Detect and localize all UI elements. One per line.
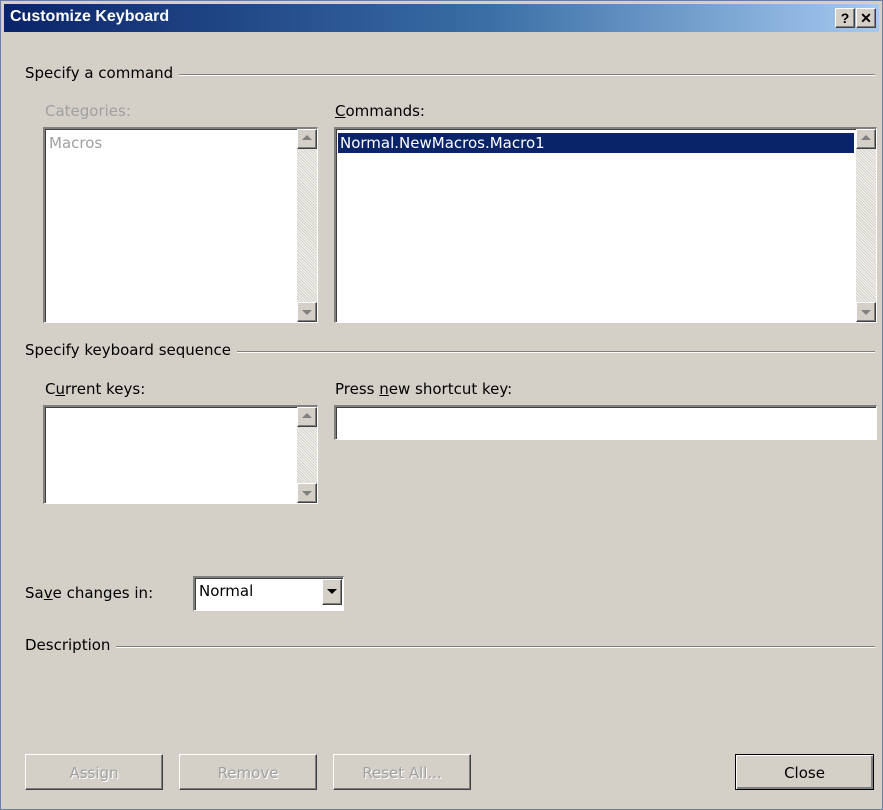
- close-button[interactable]: Close: [735, 754, 874, 790]
- categories-listbox[interactable]: Macros: [43, 127, 318, 323]
- keyboard-group-title: Specify keyboard sequence: [25, 341, 237, 359]
- assign-button[interactable]: Assign: [25, 754, 163, 790]
- title-bar[interactable]: Customize Keyboard ? ✕: [4, 4, 879, 32]
- new-shortcut-input[interactable]: [334, 405, 877, 440]
- save-changes-select[interactable]: Normal: [193, 576, 344, 611]
- description-group-divider: [25, 646, 875, 648]
- commands-listbox[interactable]: Normal.NewMacros.Macro1: [334, 127, 877, 323]
- scroll-down-icon[interactable]: [856, 302, 876, 322]
- scroll-down-icon[interactable]: [297, 483, 317, 503]
- category-item-macros[interactable]: Macros: [47, 133, 295, 153]
- commands-label: Commands:: [335, 102, 425, 120]
- save-changes-value: Normal: [199, 582, 254, 600]
- remove-button[interactable]: Remove: [179, 754, 317, 790]
- reset-all-button[interactable]: Reset All...: [333, 754, 471, 790]
- new-shortcut-label: Press new shortcut key:: [335, 380, 513, 398]
- help-button[interactable]: ?: [835, 8, 855, 28]
- close-icon[interactable]: ✕: [856, 8, 876, 28]
- current-keys-scrollbar[interactable]: [297, 407, 317, 503]
- current-keys-label: Current keys:: [45, 380, 146, 398]
- customize-keyboard-dialog: Customize Keyboard ? ✕ Specify a command…: [0, 0, 883, 810]
- command-group-title: Specify a command: [25, 64, 180, 82]
- scroll-up-icon[interactable]: [856, 129, 876, 149]
- dialog-title: Customize Keyboard: [10, 8, 170, 25]
- command-item-macro1[interactable]: Normal.NewMacros.Macro1: [338, 133, 854, 153]
- save-changes-label: Save changes in:: [25, 584, 154, 602]
- scroll-up-icon[interactable]: [297, 129, 317, 149]
- categories-label: Categories:: [45, 102, 131, 120]
- chevron-down-icon[interactable]: [322, 579, 342, 605]
- scroll-up-icon[interactable]: [297, 407, 317, 427]
- categories-scrollbar[interactable]: [297, 129, 317, 322]
- scroll-down-icon[interactable]: [297, 302, 317, 322]
- current-keys-listbox[interactable]: [43, 405, 318, 504]
- commands-scrollbar[interactable]: [856, 129, 876, 322]
- description-group-title: Description: [25, 636, 117, 654]
